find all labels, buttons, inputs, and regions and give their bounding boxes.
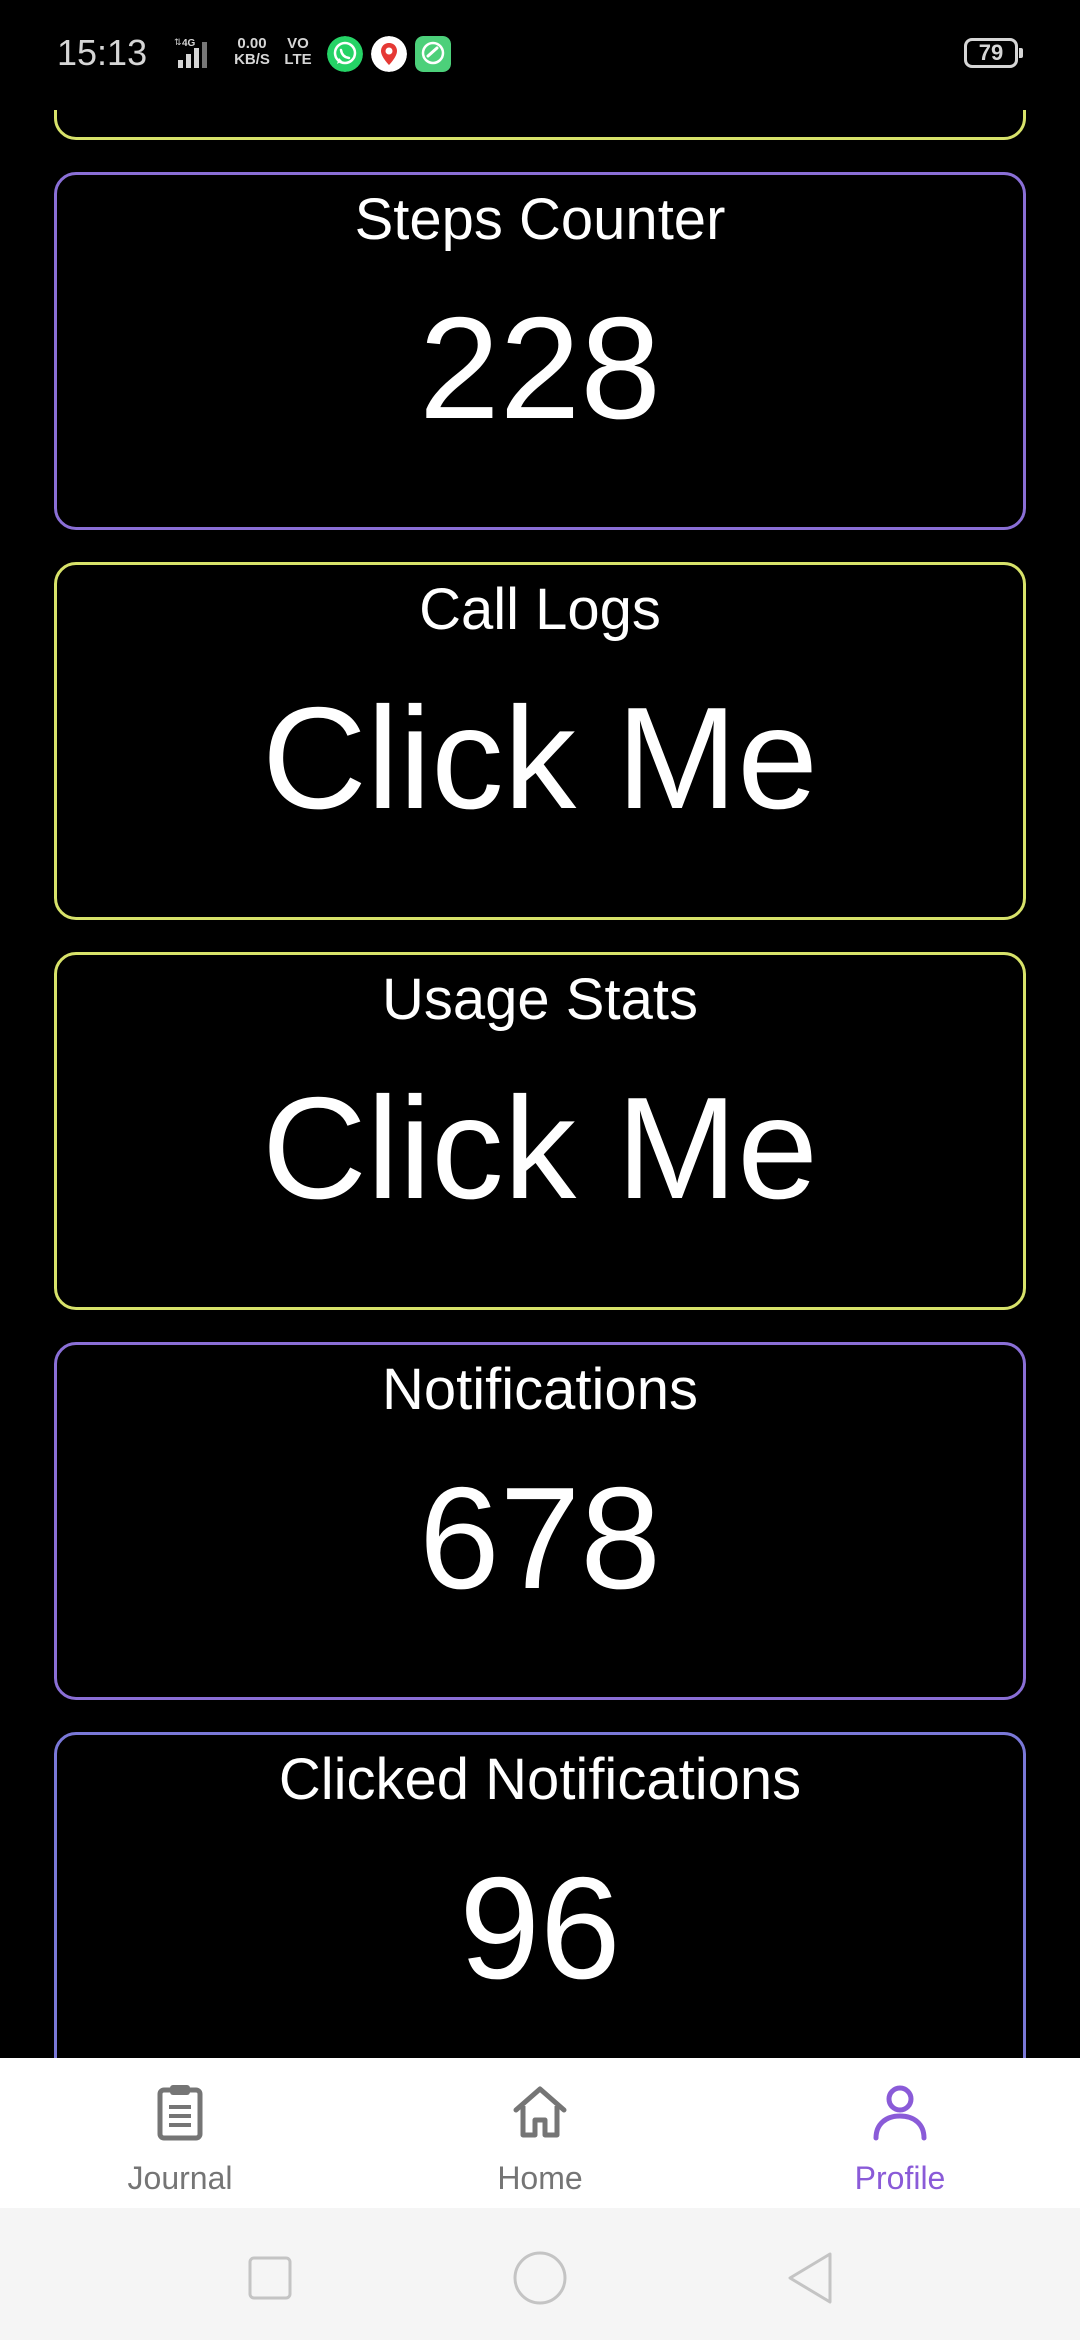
clipboard-icon <box>157 2085 203 2141</box>
nav-label-profile: Profile <box>854 2160 946 2196</box>
svg-text:⇅: ⇅ <box>174 37 182 47</box>
recents-icon[interactable] <box>240 2248 300 2308</box>
network-speed-value: 0.00 <box>237 35 267 52</box>
status-bar: 15:13 ⇅ 4G 0.00 KB/S VO LTE 79 <box>0 0 1080 110</box>
maps-pin-icon <box>371 36 407 72</box>
card-value: Click Me <box>262 1067 818 1229</box>
card-title: Steps Counter <box>354 187 726 252</box>
whatsapp-icon <box>327 36 363 72</box>
steps-counter-card[interactable]: Steps Counter 228 <box>54 172 1026 530</box>
card-title: Notifications <box>382 1357 698 1422</box>
nav-item-journal[interactable]: Journal <box>60 2058 300 2208</box>
bottom-navigation: Journal Home Profile <box>0 2058 1080 2208</box>
notifications-card[interactable]: Notifications 678 <box>54 1342 1026 1700</box>
status-time: 15:13 <box>57 32 148 73</box>
network-speed: 0.00 KB/S <box>230 36 274 68</box>
app-screen: 15:13 ⇅ 4G 0.00 KB/S VO LTE 79 Steps Cou… <box>0 0 1080 2340</box>
clicked-notifications-card[interactable]: Clicked Notifications 96 <box>54 1732 1026 2058</box>
card-value: Click Me <box>262 677 818 839</box>
stats-card-list[interactable]: Steps Counter 228 Call Logs Click Me Usa… <box>0 0 1080 2058</box>
usage-stats-card[interactable]: Usage Stats Click Me <box>54 952 1026 1310</box>
volte-bottom: LTE <box>284 51 312 68</box>
card-title: Clicked Notifications <box>278 1747 802 1812</box>
card-value: 228 <box>419 287 661 449</box>
back-icon[interactable] <box>780 2248 840 2308</box>
card-value: 96 <box>459 1847 621 2009</box>
card-value: 678 <box>419 1457 661 1619</box>
network-speed-unit: KB/S <box>234 51 270 68</box>
volte-indicator: VO LTE <box>280 36 316 68</box>
profile-icon <box>873 2085 927 2141</box>
nav-item-home[interactable]: Home <box>420 2058 660 2208</box>
card-title: Usage Stats <box>382 967 698 1032</box>
volte-top: VO <box>287 35 309 52</box>
svg-text:4G: 4G <box>182 38 196 49</box>
battery-indicator: 79 <box>964 38 1023 68</box>
call-logs-card[interactable]: Call Logs Click Me <box>54 562 1026 920</box>
home-icon <box>513 2086 567 2138</box>
chat-app-icon <box>415 36 451 72</box>
system-navigation-bar <box>0 2208 1080 2340</box>
nav-label-home: Home <box>497 2160 583 2196</box>
nav-item-profile[interactable]: Profile <box>780 2058 1020 2208</box>
signal-icon: ⇅ 4G <box>174 37 207 68</box>
home-circle-icon[interactable] <box>510 2248 570 2308</box>
card-title: Call Logs <box>419 577 661 642</box>
nav-label-journal: Journal <box>127 2160 233 2196</box>
